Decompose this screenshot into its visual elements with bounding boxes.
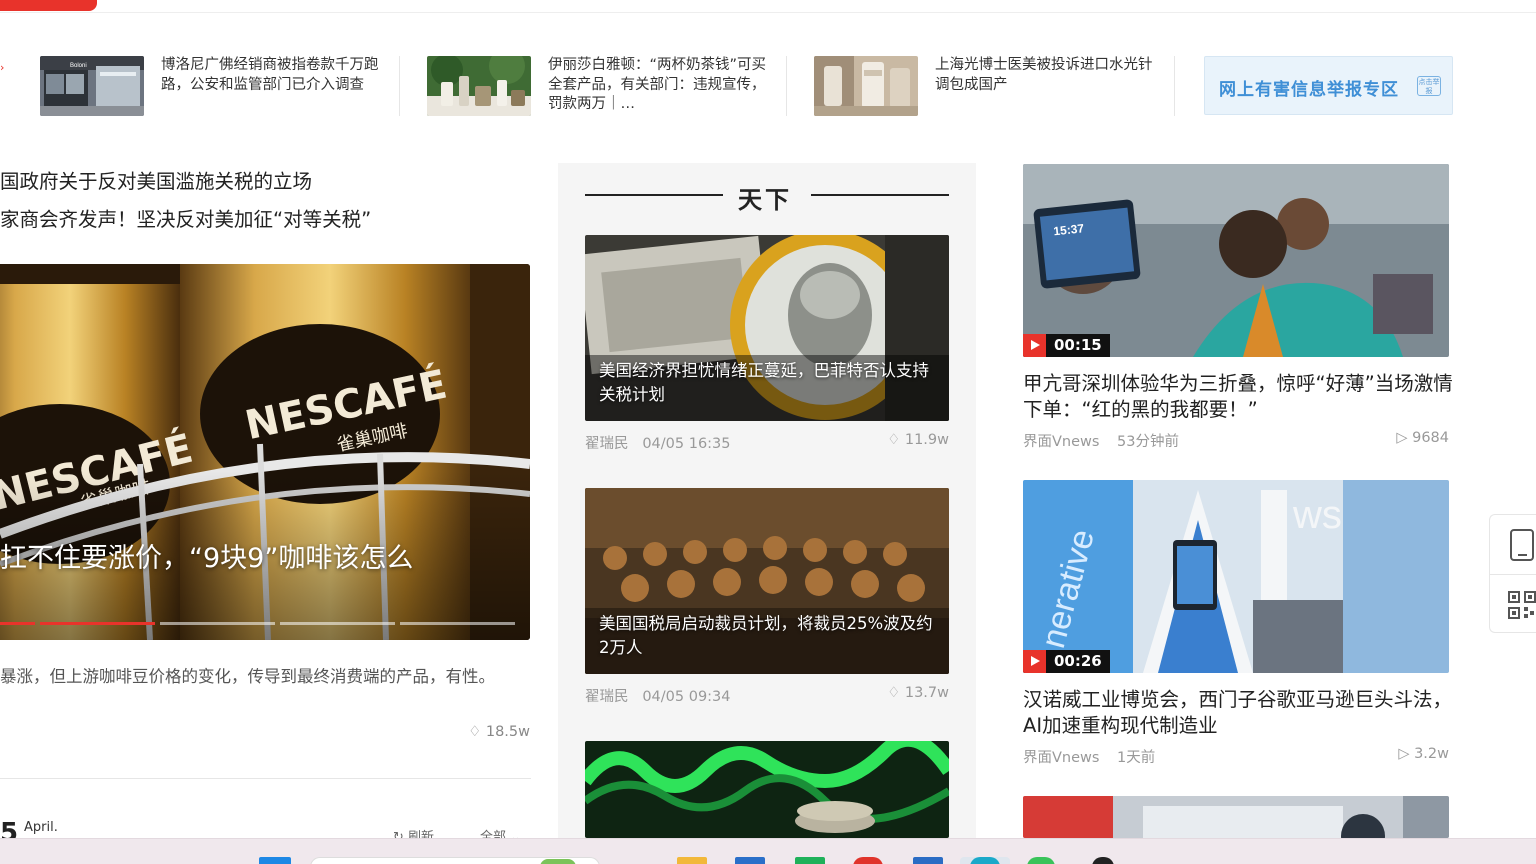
hero-summary: 暴涨，但上游咖啡豆价格的变化，传导到最终消费端的产品，有性。: [0, 667, 495, 686]
title-rule-left: [585, 194, 723, 196]
carousel-dot[interactable]: [400, 622, 515, 625]
phone-icon[interactable]: [1510, 529, 1534, 561]
card-views-value: 11.9w: [904, 432, 949, 448]
headline-link[interactable]: 国政府关于反对美国滥施关税的立场: [0, 165, 312, 194]
video-duration-value: 00:26: [1054, 652, 1102, 670]
video-title[interactable]: 汉诺威工业博览会，西门子谷歌亚马逊巨头斗法，AI加速重构现代制造业: [1023, 687, 1453, 739]
hero-carousel[interactable]: NESCAFÉ NESCAFÉ 雀巢咖啡 雀巢咖啡 扛不住要涨价，“9块9”咖啡…: [0, 264, 530, 640]
card-time: 04/05 16:35: [642, 436, 731, 452]
strip-news-title[interactable]: 博洛尼广佛经销商被指卷款千万跑路，公安和监管部门已介入调查: [161, 56, 383, 95]
strip-prev-arrow-icon[interactable]: ›: [0, 62, 6, 74]
video-card[interactable]: [1023, 796, 1449, 838]
strip-thumbnail[interactable]: [427, 56, 531, 116]
strip-news-item[interactable]: 伊丽莎白雅顿：“两杯奶茶钱”可买全套产品，有关部门：违规宣传，罚款两万｜…: [427, 56, 772, 116]
top-red-tab[interactable]: [0, 0, 97, 11]
strip-divider: [786, 56, 787, 116]
headline-link[interactable]: 家商会齐发声！坚决反对美加征“对等关税”: [0, 203, 371, 232]
video-duration[interactable]: 00:15: [1023, 334, 1110, 357]
section-title[interactable]: 天下: [738, 180, 792, 215]
edge-icon[interactable]: [970, 857, 1000, 864]
toolbar-divider: [1490, 574, 1536, 575]
card-caption[interactable]: 美国经济界担忧情绪正蔓延，巴菲特否认支持关税计划: [599, 359, 939, 407]
card-views-value: 13.7w: [904, 685, 949, 701]
report-banner[interactable]: 网上有害信息举报专区 点击举报: [1204, 56, 1453, 115]
flame-icon: ♢: [468, 724, 482, 740]
video-duration[interactable]: 00:26: [1023, 650, 1110, 673]
store-icon[interactable]: [735, 857, 765, 864]
strip-divider: [399, 56, 400, 116]
card-caption[interactable]: 美国国税局启动裁员计划，将裁员25%波及约2万人: [599, 612, 939, 660]
carousel-dot[interactable]: [280, 622, 395, 625]
header-divider: [0, 12, 1536, 13]
flame-icon: ♢: [887, 685, 901, 701]
video-thumbnail[interactable]: nerative ws: [1023, 480, 1449, 673]
video-thumbnail[interactable]: [1023, 796, 1449, 838]
news-homepage: › Boloni 博洛尼广佛经销商被指卷款千万跑路，公安和监管部门已介入调查 伊…: [0, 0, 1536, 864]
floating-toolbar: [1489, 514, 1536, 633]
card-view-count: ♢ 11.9w: [887, 432, 949, 448]
card-view-count: ♢ 13.7w: [887, 685, 949, 701]
date-month: April.: [24, 820, 58, 835]
tiktok-icon[interactable]: [1092, 857, 1114, 864]
strip-thumbnail[interactable]: [814, 56, 918, 116]
carousel-indicators: [0, 622, 530, 625]
strip-news-title[interactable]: 上海光博士医美被投诉进口水光针调包成国产: [935, 56, 1157, 95]
card-author[interactable]: 翟瑞民: [585, 436, 629, 452]
report-banner-text[interactable]: 网上有害信息举报专区: [1219, 75, 1399, 100]
video-play-count: ▷ 3.2w: [1398, 746, 1449, 762]
flame-icon: ♢: [887, 432, 901, 448]
video-thumbnail[interactable]: 15:37: [1023, 164, 1449, 357]
carousel-dot[interactable]: [0, 622, 35, 625]
video-source[interactable]: 界面Vnews: [1023, 430, 1099, 451]
play-icon[interactable]: [1023, 650, 1046, 673]
card-image[interactable]: [585, 741, 949, 838]
video-card[interactable]: nerative ws 00:26: [1023, 480, 1449, 673]
play-outline-icon: ▷: [1398, 746, 1410, 762]
video-source[interactable]: 界面Vnews: [1023, 746, 1099, 767]
carousel-dot-active[interactable]: [40, 622, 155, 625]
video-time: 1天前: [1117, 750, 1156, 766]
card-meta: 翟瑞民 04/05 16:35: [585, 432, 731, 453]
world-news-card[interactable]: 美国国税局启动裁员计划，将裁员25%波及约2万人: [585, 488, 949, 674]
carousel-dot[interactable]: [160, 622, 275, 625]
strip-thumbnail[interactable]: Boloni: [40, 56, 144, 116]
os-taskbar: [0, 838, 1536, 864]
video-time: 53分钟前: [1117, 434, 1179, 450]
strip-news-item[interactable]: Boloni 博洛尼广佛经销商被指卷款千万跑路，公安和监管部门已介入调查: [40, 56, 385, 116]
world-news-card[interactable]: 美国经济界担忧情绪正蔓延，巴菲特否认支持关税计划: [585, 235, 949, 421]
hero-view-count: ♢ 18.5w: [468, 724, 530, 740]
video-views-value: 3.2w: [1414, 746, 1449, 762]
card-meta: 翟瑞民 04/05 09:34: [585, 685, 731, 706]
section-divider: [0, 778, 531, 779]
play-outline-icon: ▷: [1396, 430, 1408, 446]
svg-text:ws: ws: [1292, 493, 1342, 537]
video-card[interactable]: 15:37 00:15: [1023, 164, 1449, 357]
report-badge[interactable]: 点击举报: [1417, 76, 1441, 96]
card-author[interactable]: 翟瑞民: [585, 689, 629, 705]
widget-icon[interactable]: [540, 859, 576, 864]
hero-image[interactable]: NESCAFÉ NESCAFÉ 雀巢咖啡 雀巢咖啡: [0, 264, 530, 640]
video-title[interactable]: 甲亢哥深圳体验华为三折叠，惊呼“好薄”当场激情下单：“红的黑的我都要！”: [1023, 371, 1453, 423]
svg-text:Boloni: Boloni: [70, 63, 87, 69]
title-rule-right: [811, 194, 949, 196]
strip-divider: [1174, 56, 1175, 116]
strip-news-title[interactable]: 伊丽莎白雅顿：“两杯奶茶钱”可买全套产品，有关部门：违规宣传，罚款两万｜…: [548, 56, 770, 115]
play-icon[interactable]: [1023, 334, 1046, 357]
app-icon[interactable]: [795, 857, 825, 864]
wechat-icon[interactable]: [1027, 857, 1055, 864]
hero-views-value: 18.5w: [485, 724, 530, 740]
card-time: 04/05 09:34: [642, 689, 731, 705]
browser-icon[interactable]: [853, 857, 883, 864]
hero-caption[interactable]: 扛不住要涨价，“9块9”咖啡该怎么: [0, 536, 413, 575]
start-icon[interactable]: [259, 857, 291, 864]
video-play-count: ▷ 9684: [1396, 430, 1449, 446]
video-views-value: 9684: [1412, 430, 1449, 446]
video-duration-value: 00:15: [1054, 336, 1102, 354]
code-editor-icon[interactable]: [913, 857, 943, 864]
strip-news-item[interactable]: 上海光博士医美被投诉进口水光针调包成国产: [814, 56, 1159, 116]
folder-icon[interactable]: [677, 857, 707, 864]
qr-code-icon[interactable]: [1508, 591, 1536, 619]
world-news-card[interactable]: [585, 741, 949, 838]
